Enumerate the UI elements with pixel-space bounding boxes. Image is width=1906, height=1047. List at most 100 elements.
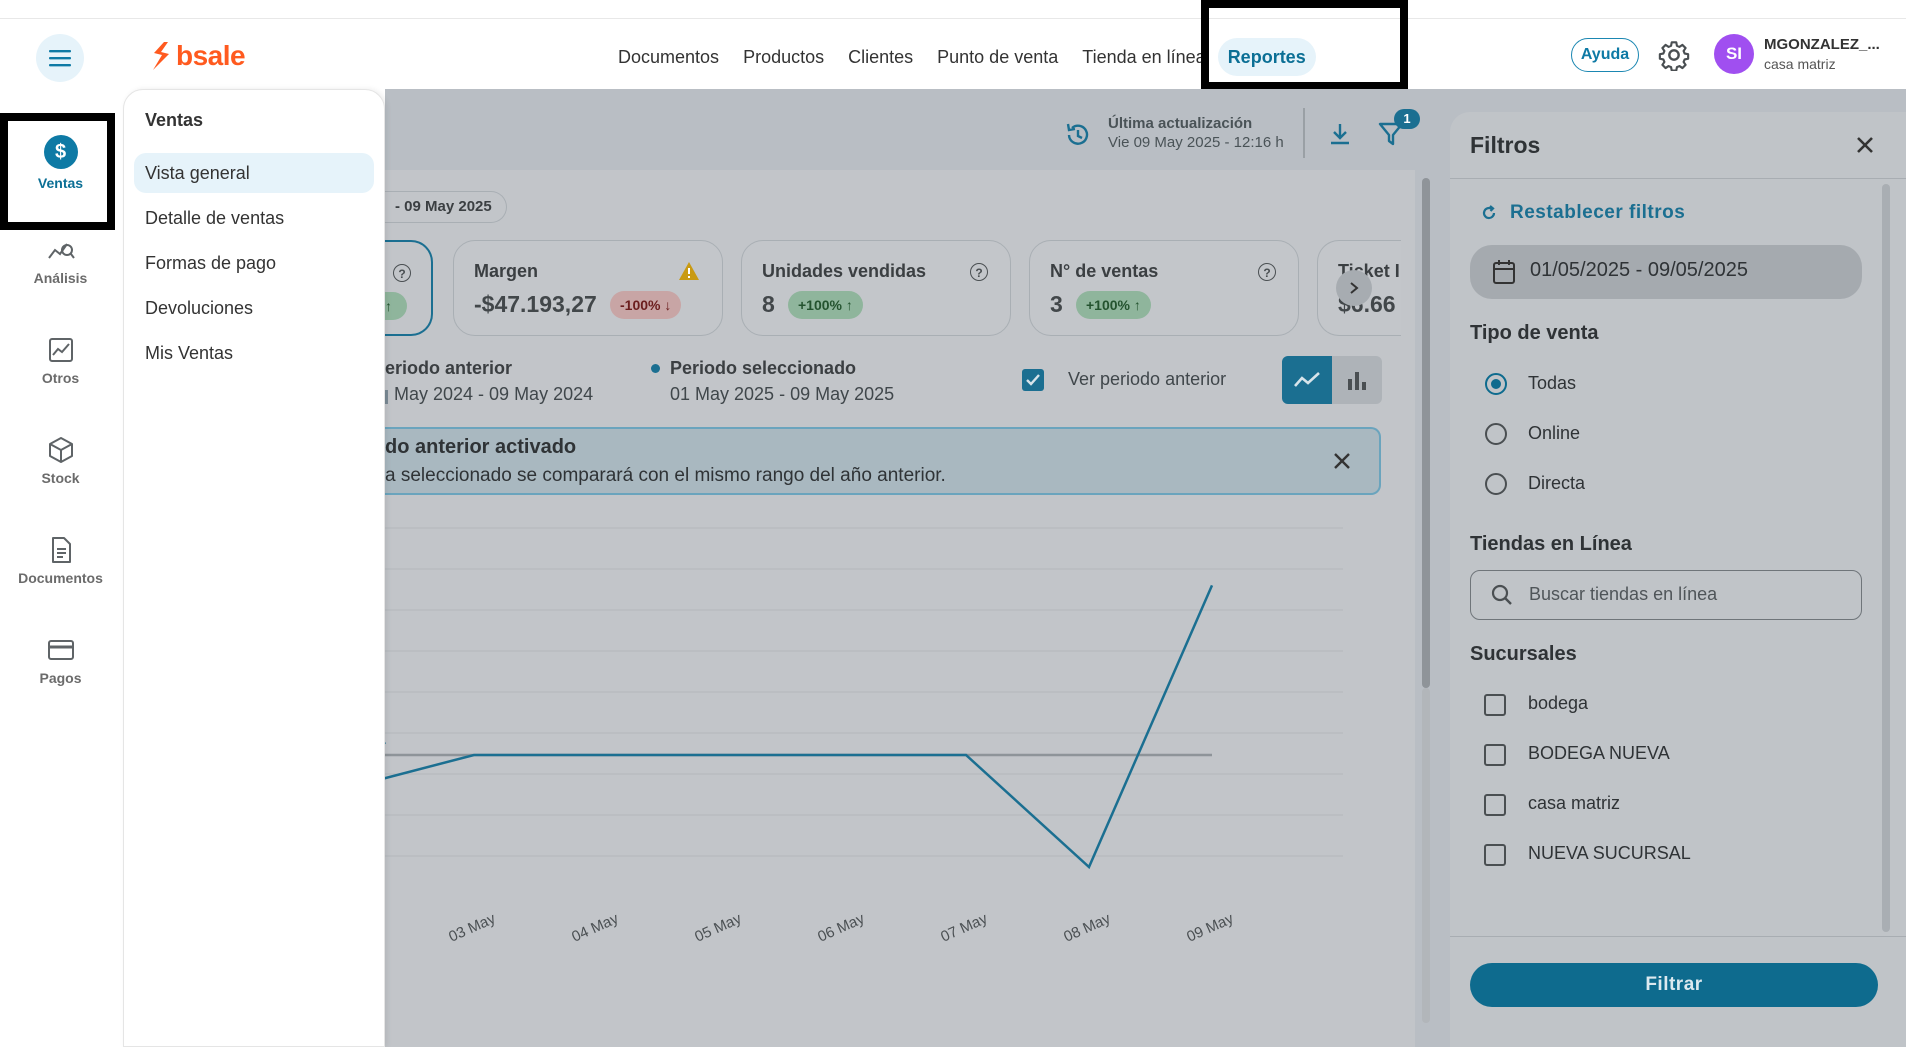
hamburger-icon (49, 50, 71, 67)
submenu-item-formas-pago[interactable]: Formas de pago (134, 243, 374, 283)
compare-label: Ver periodo anterior (1068, 369, 1227, 389)
nav-reportes[interactable]: Reportes (1217, 38, 1316, 76)
kpi-value-ventas: 3 (1050, 291, 1063, 317)
rail-item-ventas[interactable]: $ Ventas (0, 135, 121, 191)
online-stores-search-placeholder: Buscar tiendas en línea (1529, 584, 1718, 604)
submenu-item-devoluciones[interactable]: Devoluciones (134, 288, 374, 328)
legend-selected-label: Periodo seleccionado (670, 358, 857, 378)
line-chart-toggle[interactable] (1282, 356, 1332, 404)
user-branch: casa matriz (1764, 56, 1836, 72)
nav-clientes[interactable]: Clientes (836, 38, 925, 76)
kpi-card-unidades[interactable]: Unidades vendidas ? 8 +100% ↑ (741, 240, 1011, 336)
rail-item-otros[interactable]: Otros (0, 336, 121, 386)
kpi-card-margen[interactable]: Margen -$47.193,27 -100% ↓ (453, 240, 723, 336)
date-range-chip[interactable]: - 09 May 2025 (385, 191, 507, 223)
refresh-icon (1482, 205, 1496, 220)
filter-count-badge: 1 (1394, 109, 1420, 129)
analytics-icon (47, 243, 75, 259)
bar-chart-toggle[interactable] (1332, 356, 1382, 404)
kpi-badge-unidades: +100% ↑ (788, 291, 863, 319)
settings-gear-icon[interactable] (1658, 39, 1690, 71)
calendar-icon (1493, 260, 1515, 284)
sales-line-chart: 02 May03 May04 May05 May06 May07 May08 M… (385, 527, 1343, 946)
radio-todas[interactable] (1485, 373, 1507, 395)
nav-productos[interactable]: Productos (731, 38, 836, 76)
history-icon[interactable] (1064, 121, 1092, 149)
date-range-chip-text: - 09 May 2025 (395, 198, 492, 215)
nav-punto-de-venta[interactable]: Punto de venta (925, 38, 1070, 76)
user-name[interactable]: MGONZALEZ_... (1764, 36, 1880, 53)
rail-label-otros: Otros (41, 370, 80, 386)
kpi-badge-ventas: +100% ↑ (1076, 291, 1151, 319)
x-axis-tick-label: 03 May (446, 910, 498, 946)
main-scrollbar-thumb[interactable] (1422, 178, 1430, 688)
rail-item-stock[interactable]: Stock (0, 436, 121, 486)
submenu-item-mis-ventas[interactable]: Mis Ventas (134, 333, 374, 373)
rail-label-pagos: Pagos (39, 670, 82, 686)
filters-scrollbar[interactable] (1882, 184, 1890, 932)
rail-item-analisis[interactable]: Análisis (0, 236, 121, 286)
banner-text: a seleccionado se comparará con el mismo… (385, 465, 946, 486)
rail-label-ventas: Ventas (37, 175, 84, 191)
help-circle-icon[interactable]: ? (393, 264, 411, 282)
download-icon[interactable] (1326, 120, 1354, 148)
rail-item-documentos[interactable]: Documentos (0, 536, 121, 586)
legend-previous-marker (385, 390, 388, 404)
checkmark-icon (1026, 374, 1040, 386)
filters-header-divider (1450, 178, 1906, 179)
submenu-item-detalle-ventas[interactable]: Detalle de ventas (134, 198, 374, 238)
user-avatar[interactable]: SI (1714, 34, 1754, 74)
x-axis-tick-label: 05 May (692, 910, 744, 946)
kpi-card-selected-partial[interactable]: ? ↑ (385, 240, 433, 336)
banner-title: do anterior activado (385, 436, 577, 458)
nav-tienda-en-linea[interactable]: Tienda en línea (1070, 38, 1217, 76)
kpi-title-margen: Margen (474, 261, 539, 281)
dollar-icon: $ (43, 135, 78, 169)
rail-label-analisis: Análisis (33, 270, 88, 286)
legend-previous-label: eriodo anterior (385, 358, 513, 378)
compare-checkbox[interactable] (1022, 369, 1044, 391)
rail-label-stock: Stock (41, 470, 80, 486)
apply-filters-button[interactable]: Filtrar (1470, 963, 1878, 1007)
kpi-value-unidades: 8 (762, 291, 775, 317)
x-axis-tick-label: 09 May (1184, 910, 1236, 946)
chart-icon (48, 338, 73, 362)
legend-previous-range: May 2024 - 09 May 2024 (394, 384, 594, 404)
bsale-logo-icon (153, 42, 169, 70)
checkbox-label-casa-matriz: casa matriz (1528, 793, 1621, 813)
card-icon (47, 640, 74, 660)
rail-item-pagos[interactable]: Pagos (0, 636, 121, 686)
reset-filters-label: Restablecer filtros (1510, 202, 1686, 223)
online-stores-search-field[interactable]: Buscar tiendas en línea (1470, 570, 1862, 620)
radio-directa[interactable] (1485, 473, 1507, 495)
kpi-badge-partial: ↑ (385, 292, 407, 320)
kpi-scroll-next-button[interactable] (1336, 270, 1372, 306)
submenu-item-vista-general[interactable]: Vista general (134, 153, 374, 193)
radio-online[interactable] (1485, 423, 1507, 445)
checkbox-casa-matriz[interactable] (1484, 794, 1506, 816)
legend-selected-dot (651, 364, 660, 373)
search-icon (1491, 584, 1512, 605)
document-icon (51, 537, 71, 563)
x-axis-tick-label: 06 May (815, 910, 867, 946)
help-circle-icon[interactable]: ? (1258, 263, 1276, 281)
bsale-logo[interactable]: bsale (150, 38, 246, 74)
checkbox-nueva-sucursal[interactable] (1484, 844, 1506, 866)
checkbox-bodega[interactable] (1484, 694, 1506, 716)
close-icon[interactable] (1850, 130, 1880, 160)
bar-chart-icon (1348, 372, 1366, 390)
close-icon[interactable] (1332, 451, 1352, 471)
date-range-field[interactable]: 01/05/2025 - 09/05/2025 (1470, 245, 1862, 299)
submenu-title: Ventas (145, 110, 204, 130)
x-axis-tick-label: 04 May (569, 910, 621, 946)
reset-filters-button[interactable]: Restablecer filtros (1480, 202, 1685, 224)
main-scrollbar-track[interactable] (1422, 688, 1430, 1023)
checkbox-bodega-nueva[interactable] (1484, 744, 1506, 766)
help-circle-icon[interactable]: ? (970, 263, 988, 281)
radio-label-online: Online (1528, 423, 1581, 443)
warning-icon (679, 262, 699, 280)
kpi-card-ventas[interactable]: N° de ventas ? 3 +100% ↑ (1029, 240, 1299, 336)
help-button[interactable]: Ayuda (1571, 38, 1639, 72)
hamburger-menu-button[interactable] (36, 34, 84, 82)
nav-documentos[interactable]: Documentos (606, 38, 731, 76)
